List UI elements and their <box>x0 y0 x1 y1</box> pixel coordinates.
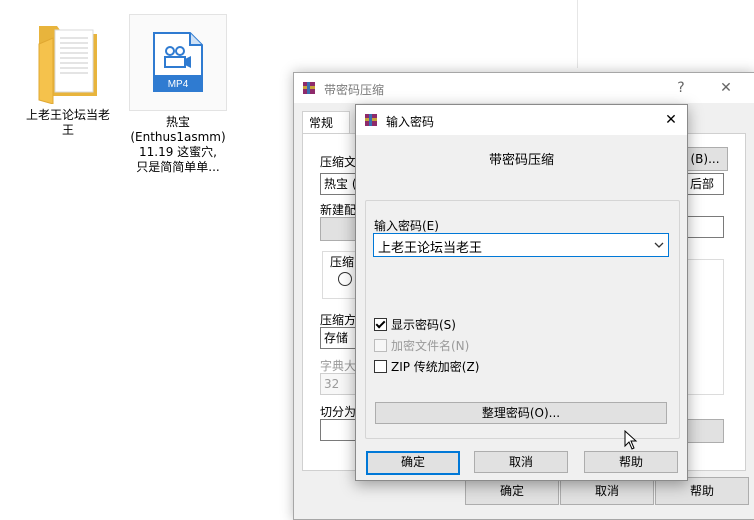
cancel-button[interactable]: 取消 <box>474 451 568 473</box>
ok-button[interactable]: 确定 <box>465 477 559 505</box>
password-value: 上老王论坛当老王 <box>378 241 483 256</box>
organize-passwords-button[interactable]: 整理密码(O)... <box>375 402 667 424</box>
mouse-cursor-icon <box>624 430 638 450</box>
format-options-select[interactable] <box>686 216 724 238</box>
help-button[interactable]: 帮助 <box>584 451 678 473</box>
browse-button[interactable]: (B)... <box>682 147 728 171</box>
split-field[interactable] <box>320 419 358 441</box>
close-icon[interactable]: ✕ <box>661 111 681 129</box>
new-config-label: 新建配 <box>320 203 357 217</box>
password-dialog-titlebar[interactable]: 输入密码 ✕ <box>356 105 687 135</box>
zip-legacy-checkbox[interactable]: ZIP 传统加密(Z) <box>374 360 479 376</box>
winrar-icon <box>365 114 377 126</box>
split-label: 切分为 <box>320 405 357 419</box>
format-label: 压缩 <box>330 255 355 269</box>
help-title-button[interactable]: ? <box>671 79 691 97</box>
archive-dialog-titlebar[interactable]: 带密码压缩 ? ✕ <box>294 73 754 103</box>
tab-general[interactable]: 常规 <box>302 111 350 134</box>
desktop-folder-item[interactable]: 上老王论坛当老 王 <box>20 16 116 138</box>
archive-dialog-title: 带密码压缩 <box>324 83 385 97</box>
cancel-button[interactable]: 取消 <box>560 477 654 505</box>
folder-label: 上老王论坛当老 王 <box>25 108 110 137</box>
encrypt-filenames-checkbox[interactable]: 加密文件名(N) <box>374 339 469 355</box>
archive-name-label: 压缩文 <box>320 155 357 169</box>
password-label: 输入密码(E) <box>374 219 439 233</box>
show-password-checkbox[interactable]: 显示密码(S) <box>374 318 456 334</box>
encrypt-filenames-label: 加密文件名(N) <box>391 339 470 353</box>
format-radio[interactable] <box>338 272 352 286</box>
checkbox-disabled-icon <box>374 339 387 352</box>
dictionary-label: 字典大 <box>320 359 357 373</box>
zip-legacy-label: ZIP 传统加密(Z) <box>391 360 480 374</box>
winrar-icon <box>303 82 315 94</box>
mp4-badge-text: MP4 <box>168 79 189 90</box>
checkbox-checked-icon <box>374 318 387 331</box>
video-thumbnail: MP4 <box>129 14 227 111</box>
desktop-video-item[interactable]: MP4 热宝 (Enthus1asmm) 11.19 这蜜穴, 只是简简单单..… <box>128 14 228 175</box>
password-dialog: 输入密码 ✕ 带密码压缩 输入密码(E) 上老王论坛当老王 显示密码(S) 加密… <box>355 104 688 481</box>
update-mode-select[interactable]: 后部 <box>686 173 724 195</box>
dictionary-select[interactable]: 32 <box>320 373 358 395</box>
chevron-down-icon[interactable] <box>654 240 664 250</box>
method-select[interactable]: 存储 <box>320 327 358 349</box>
video-label: 热宝 (Enthus1asmm) 11.19 这蜜穴, 只是简简单单... <box>130 115 226 174</box>
desktop-divider <box>577 0 578 68</box>
method-label: 压缩方 <box>320 313 357 327</box>
ok-button[interactable]: 确定 <box>366 451 460 475</box>
checkbox-unchecked-icon <box>374 360 387 373</box>
help-button[interactable]: 帮助 <box>655 477 749 505</box>
profiles-button[interactable] <box>320 217 360 241</box>
mp4-file-icon: MP4 <box>153 32 203 92</box>
options-list[interactable] <box>686 259 724 395</box>
dialog-caption: 带密码压缩 <box>488 153 554 168</box>
update-mode-value: 后部 <box>690 177 715 191</box>
set-password-button[interactable] <box>686 419 724 443</box>
folder-icon <box>38 26 97 104</box>
password-input[interactable]: 上老王论坛当老王 <box>373 233 669 257</box>
password-dialog-title: 输入密码 <box>386 115 435 129</box>
close-title-button[interactable]: ✕ <box>716 79 736 97</box>
show-password-label: 显示密码(S) <box>391 318 456 332</box>
